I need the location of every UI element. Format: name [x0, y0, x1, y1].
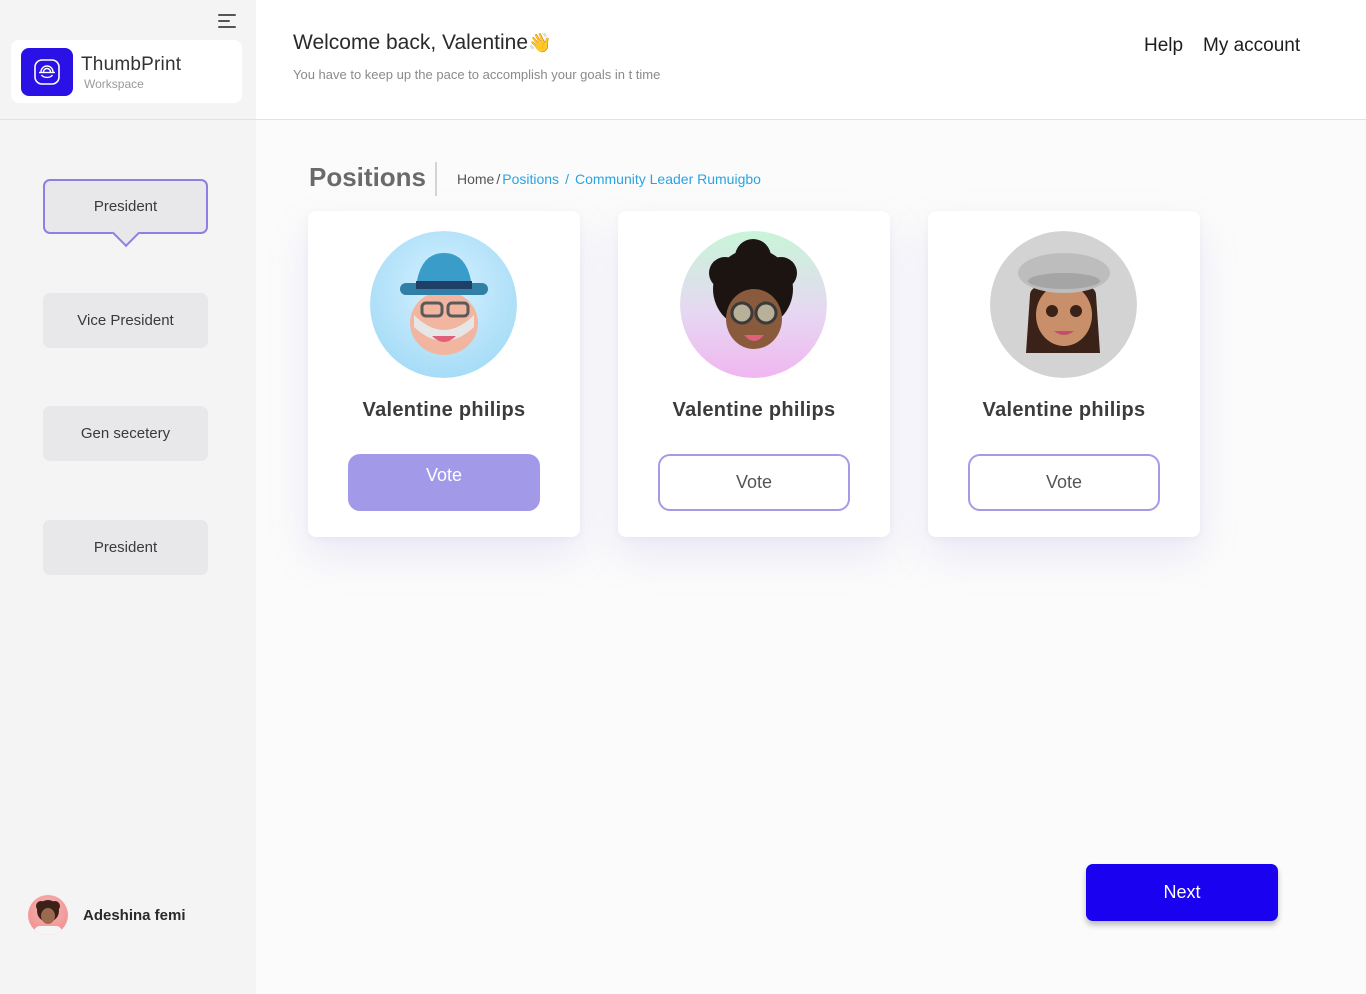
welcome-heading: Welcome back, Valentine👋	[293, 31, 552, 55]
breadcrumb: Home / Positions / Community Leader Rumuigbo	[457, 171, 761, 187]
next-button[interactable]: Next	[1086, 864, 1278, 921]
sidebar-header: ThumbPrint Workspace	[0, 0, 256, 120]
curly-hair-sunglasses-avatar	[680, 231, 827, 378]
candidate-card: Valentine philips Vote	[928, 211, 1200, 537]
menu-toggle-icon[interactable]	[218, 12, 238, 32]
brand-logo[interactable]: ThumbPrint Workspace	[11, 40, 242, 103]
vote-button[interactable]: Vote	[658, 454, 850, 511]
speech-tail	[110, 333, 140, 363]
candidate-name: Valentine philips	[362, 399, 526, 421]
brand-title: ThumbPrint	[81, 54, 182, 75]
candidate-card: Valentine philips Vote	[308, 211, 580, 537]
speech-tail	[111, 218, 141, 248]
breadcrumb-separator: /	[496, 171, 501, 187]
welcome-subtitle: You have to keep up the pace to accompli…	[293, 67, 661, 82]
top-header: Welcome back, Valentine👋 You have to kee…	[256, 0, 1366, 120]
candidate-name: Valentine philips	[672, 399, 836, 421]
breadcrumb-current[interactable]: Community Leader Rumuigbo	[575, 171, 761, 187]
woman-with-beret-avatar	[990, 231, 1137, 378]
divider	[435, 162, 437, 196]
user-profile[interactable]: Adeshina femi	[28, 895, 186, 935]
sidebar: ThumbPrint Workspace President Vice Pres…	[0, 0, 256, 994]
sidebar-item-vice-president[interactable]: Vice President	[43, 293, 208, 363]
candidate-name: Valentine philips	[982, 399, 1146, 421]
page-title: Positions	[309, 162, 427, 192]
avatar	[28, 895, 68, 935]
user-name: Adeshina femi	[83, 906, 186, 924]
my-account-link[interactable]: My account	[1203, 35, 1300, 57]
breadcrumb-positions[interactable]: Positions	[502, 171, 559, 187]
fingerprint-scan-icon	[21, 48, 73, 96]
vote-button[interactable]: Vote	[968, 454, 1160, 511]
speech-tail	[110, 446, 140, 476]
breadcrumb-home[interactable]: Home	[457, 171, 494, 187]
brand-subtitle: Workspace	[84, 77, 144, 91]
sidebar-item-label: Vice President	[77, 312, 174, 329]
vote-button[interactable]: Vote	[348, 454, 540, 511]
sidebar-item-label: Gen secetery	[80, 425, 171, 442]
breadcrumb-separator: /	[565, 171, 569, 187]
man-with-blue-hat-avatar	[370, 231, 517, 378]
sidebar-item-president-2[interactable]: President	[43, 520, 208, 590]
sidebar-item-label: President	[93, 198, 158, 215]
sidebar-item-gen-secetery[interactable]: Gen secetery	[43, 406, 208, 476]
help-link[interactable]: Help	[1144, 35, 1183, 57]
sidebar-item-president[interactable]: President	[43, 179, 208, 248]
welcome-text: Welcome back, Valentine	[293, 31, 529, 54]
speech-tail	[110, 560, 140, 590]
waving-hand-icon: 👋	[528, 33, 552, 54]
sidebar-item-label: President	[93, 539, 158, 556]
candidate-card: Valentine philips Vote	[618, 211, 890, 537]
